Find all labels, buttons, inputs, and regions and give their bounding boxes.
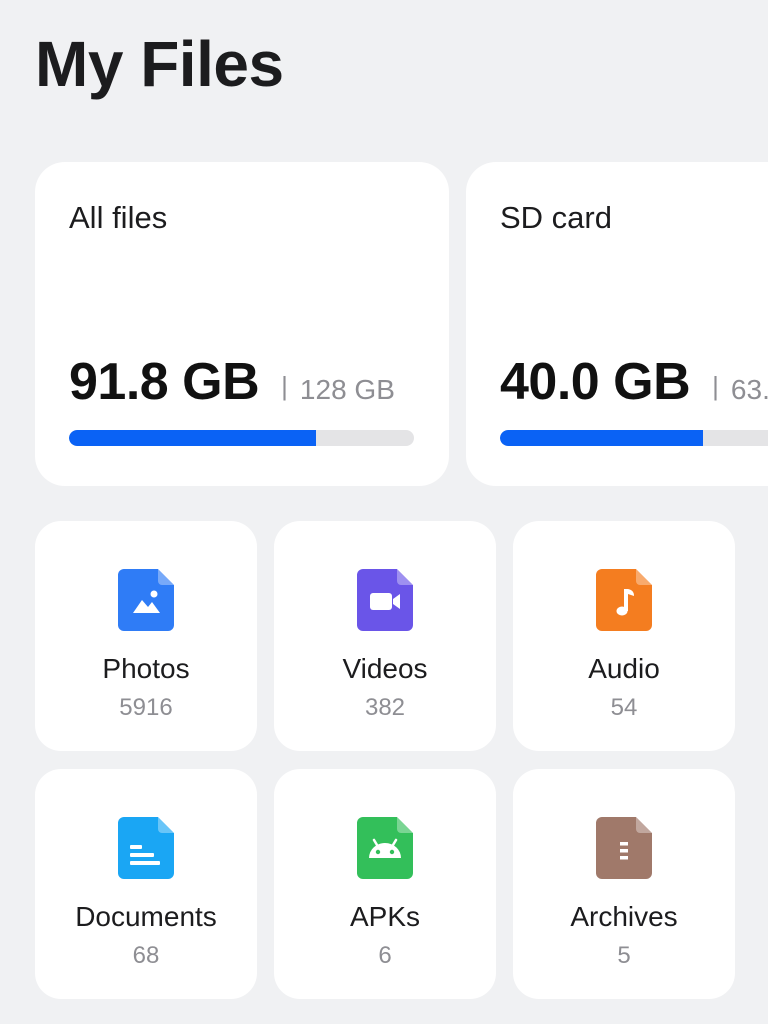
storage-card-sd-card[interactable]: SD card 40.0 GB | 63. xyxy=(466,162,768,486)
storage-total: 63. xyxy=(730,374,768,405)
category-label: Photos xyxy=(102,653,190,684)
storage-separator: | xyxy=(281,371,288,401)
photo-icon xyxy=(118,569,174,631)
category-count: 382 xyxy=(364,694,406,721)
storage-usage: 91.8 GB | 128 GB xyxy=(69,352,395,412)
category-label: Archives xyxy=(570,901,678,932)
category-count: 54 xyxy=(610,694,638,721)
storage-card-all-files[interactable]: All files 91.8 GB | 128 GB xyxy=(35,162,449,486)
category-label: Documents xyxy=(75,901,217,932)
storage-progress-fill xyxy=(500,430,704,446)
music-note-icon xyxy=(596,569,652,631)
category-count: 5916 xyxy=(119,694,173,721)
android-icon xyxy=(357,817,413,879)
category-label: Audio xyxy=(588,653,660,684)
category-archives[interactable]: Archives 5 xyxy=(513,769,735,999)
storage-used: 91.8 GB xyxy=(69,353,260,411)
document-icon xyxy=(118,817,174,879)
category-count: 6 xyxy=(378,942,392,969)
storage-progress-fill xyxy=(69,430,317,446)
storage-progress-bar xyxy=(500,430,768,446)
category-count: 5 xyxy=(617,942,631,969)
category-documents[interactable]: Documents 68 xyxy=(35,769,257,999)
storage-separator: | xyxy=(712,371,719,401)
page-title: My Files xyxy=(35,28,284,100)
storage-progress-bar xyxy=(69,430,414,446)
category-audio[interactable]: Audio 54 xyxy=(513,521,735,751)
storage-name: SD card xyxy=(500,200,612,235)
storage-total: 128 GB xyxy=(299,374,395,405)
video-icon xyxy=(357,569,413,631)
storage-usage: 40.0 GB | 63. xyxy=(500,352,768,412)
storage-name: All files xyxy=(69,200,168,235)
category-photos[interactable]: Photos 5916 xyxy=(35,521,257,751)
category-label: APKs xyxy=(349,901,421,932)
category-label: Videos xyxy=(342,653,428,684)
category-apks[interactable]: APKs 6 xyxy=(274,769,496,999)
category-count: 68 xyxy=(132,942,160,969)
storage-used: 40.0 GB xyxy=(500,353,691,411)
category-videos[interactable]: Videos 382 xyxy=(274,521,496,751)
archive-icon xyxy=(596,817,652,879)
